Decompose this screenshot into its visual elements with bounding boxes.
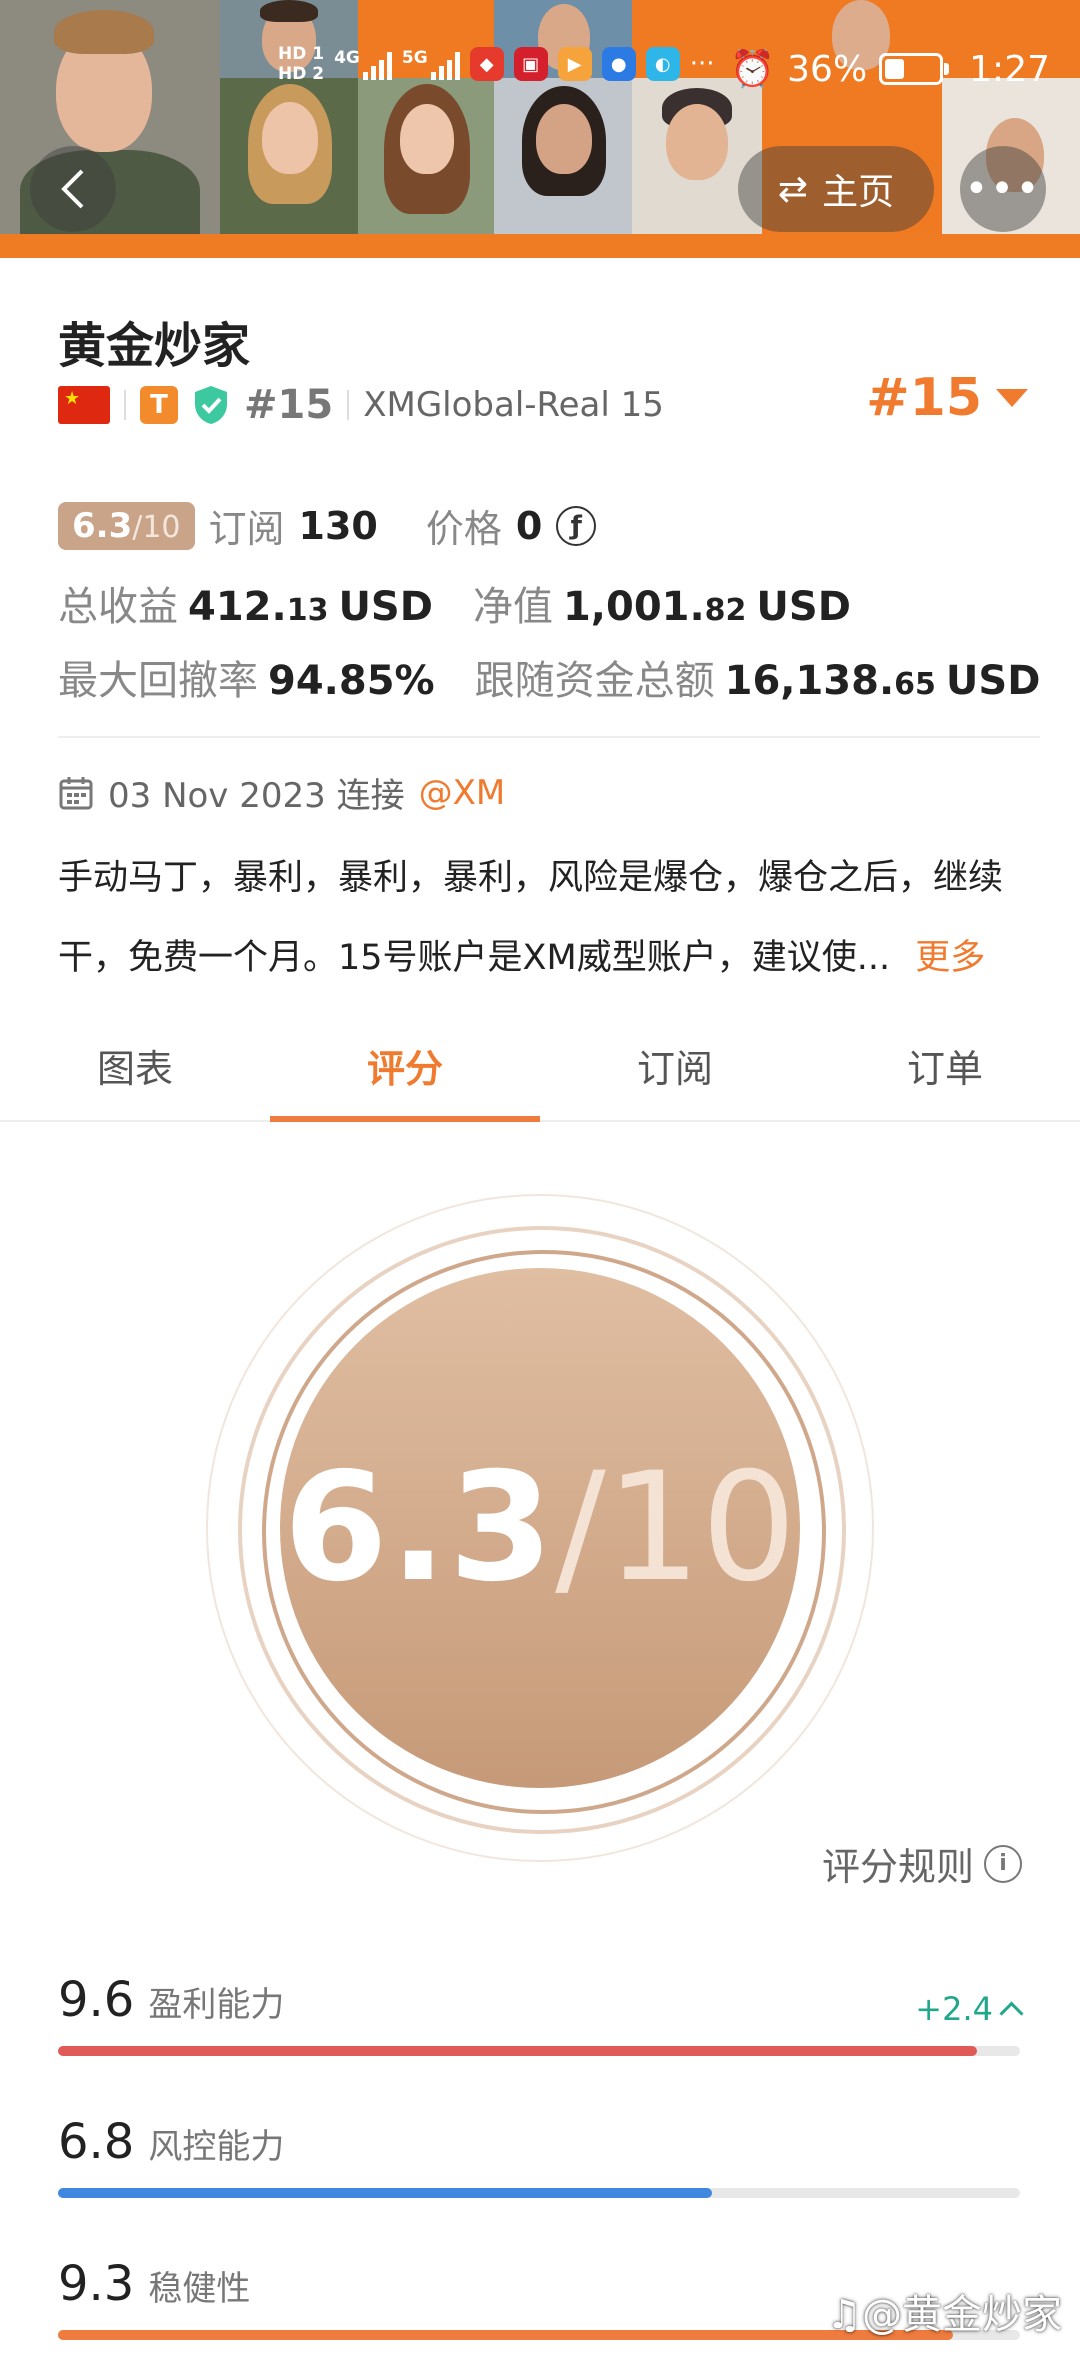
tab-subscription[interactable]: 订阅	[540, 1022, 810, 1120]
coin-icon: ƒ	[556, 505, 597, 546]
sim-labels: HD 1 HD 2	[278, 44, 324, 84]
rating-rules-link[interactable]: 评分规则 i	[822, 1836, 1022, 1891]
calendar-icon	[59, 776, 93, 809]
metric-change-value: +2.4	[915, 1990, 993, 2028]
subscribe-count: 130	[298, 503, 378, 548]
rank-dropdown[interactable]: #15	[866, 368, 1028, 428]
rank-label: #15	[244, 382, 334, 428]
battery-level	[885, 59, 904, 79]
follow-funds-label: 跟随资金总额	[474, 658, 715, 704]
tab-chart[interactable]: 图表	[0, 1022, 270, 1120]
rating-rules-label: 评分规则	[821, 1845, 974, 1889]
app-notification-icon: ◆	[469, 47, 504, 81]
connect-date: 03 Nov 2023 连接	[108, 776, 405, 816]
clock: 1:27	[969, 48, 1050, 90]
metric-risk-control: 6.8 风控能力	[58, 2114, 1020, 2198]
more-link[interactable]: 更多	[915, 938, 985, 978]
status-bar: HD 1 HD 2 4G 5G ◆ ▣ ▶ ● ◐ ··· ⏰ 36% 1:27	[0, 40, 1080, 110]
video-app-icon: ▶	[557, 47, 592, 81]
description-text: 手动马丁，暴利，暴利，暴利，风险是爆仓，爆仓之后，继续干，免费一个月。15号账户…	[58, 858, 1004, 978]
metric-profitability: 9.6 盈利能力 +2.4	[58, 1972, 1024, 2056]
chat-app-icon: ◐	[645, 47, 680, 81]
drawdown-follow-row: 最大回撤率 94.85% 跟随资金总额 16,138.65 USD	[58, 648, 1040, 706]
metric-bar-fill	[58, 2188, 713, 2198]
metric-label: 稳健性	[148, 2269, 251, 2309]
equity-unit: USD	[756, 584, 851, 630]
score-denominator: /10	[555, 1441, 797, 1615]
metric-label: 盈利能力	[148, 1985, 285, 2025]
bulb-app-icon: ●	[601, 47, 636, 81]
metric-bar-track	[58, 2188, 1020, 2198]
more-options-button[interactable]: •••	[960, 146, 1046, 232]
price-label: 价格	[425, 507, 502, 551]
header-photo-banner: HD 1 HD 2 4G 5G ◆ ▣ ▶ ● ◐ ··· ⏰ 36% 1:27	[0, 0, 1080, 258]
price-value: 0	[515, 503, 543, 548]
equity-label: 净值	[472, 584, 553, 630]
signal-icon: 4G	[334, 48, 392, 80]
chevron-up-icon	[999, 2000, 1024, 2026]
trader-type-badge: T	[140, 386, 178, 424]
follow-funds-unit: USD	[945, 658, 1041, 704]
follow-funds-value: 16,138.65	[724, 658, 936, 704]
total-profit-value: 412.13	[188, 584, 329, 630]
more-dots-icon: •••	[964, 166, 1042, 212]
overflow-notifications: ···	[689, 49, 715, 79]
metric-label: 风控能力	[148, 2127, 285, 2167]
score-subscribe-price-row: 6.3/10 订阅 130 价格 0 ƒ	[58, 498, 597, 553]
trader-badges: T #15 XMGlobal-Real 15	[58, 382, 664, 428]
battery-icon	[879, 53, 950, 85]
swap-icon: ⇄	[777, 168, 809, 210]
watermark: ♫@黄金炒家	[826, 2292, 1062, 2338]
info-icon: i	[984, 1844, 1022, 1883]
metric-bar-fill	[58, 2046, 977, 2056]
caret-down-icon	[996, 389, 1028, 407]
trader-name: 黄金炒家	[58, 318, 251, 374]
chevron-left-icon	[61, 169, 84, 209]
alarm-icon: ⏰	[730, 49, 776, 90]
drawdown-value: 94.85%	[268, 658, 435, 704]
metric-value: 6.8	[58, 2114, 135, 2170]
sim1-label: HD 1	[278, 44, 325, 64]
total-profit-unit: USD	[338, 584, 433, 630]
signal-icon-2: 5G	[402, 48, 460, 80]
total-profit-label: 总收益	[58, 584, 178, 630]
metric-value: 9.3	[58, 2256, 135, 2312]
drawdown-label: 最大回撤率	[58, 658, 258, 704]
metric-bar-fill	[58, 2330, 953, 2340]
score-value: 6.3	[283, 1441, 556, 1615]
tab-orders[interactable]: 订单	[810, 1022, 1080, 1120]
battery-percent: 36%	[787, 48, 868, 90]
verified-shield-icon	[195, 386, 227, 424]
connect-info: 03 Nov 2023 连接 @XM	[58, 768, 505, 817]
metric-bar-track	[58, 2046, 1020, 2056]
tab-bar: 图表 评分 订阅 订单	[0, 1022, 1080, 1122]
metric-value: 9.6	[58, 1972, 135, 2028]
account-name: XMGlobal-Real 15	[363, 385, 664, 425]
home-button[interactable]: ⇄ 主页	[738, 146, 934, 232]
back-button[interactable]	[30, 146, 116, 232]
metric-change: +2.4	[915, 1990, 1024, 2028]
score-circle: 6.3/10	[280, 1268, 800, 1788]
strategy-description: 手动马丁，暴利，暴利，暴利，风险是爆仓，爆仓之后，继续干，免费一个月。15号账户…	[58, 838, 1038, 998]
broker-link[interactable]: @XM	[419, 773, 506, 813]
profit-equity-row: 总收益 412.13 USD 净值 1,001.82 USD	[58, 574, 851, 632]
rank-value: #15	[866, 368, 982, 428]
equity-value: 1,001.82	[562, 584, 747, 630]
china-flag-icon	[58, 386, 110, 424]
sim2-label: HD 2	[278, 64, 325, 84]
home-button-label: 主页	[822, 172, 895, 213]
subscribe-label: 订阅	[208, 507, 285, 551]
divider	[58, 736, 1040, 738]
app-notification-icon: ▣	[513, 47, 548, 81]
score-badge: 6.3/10	[58, 501, 195, 550]
tab-rating[interactable]: 评分	[270, 1022, 540, 1122]
